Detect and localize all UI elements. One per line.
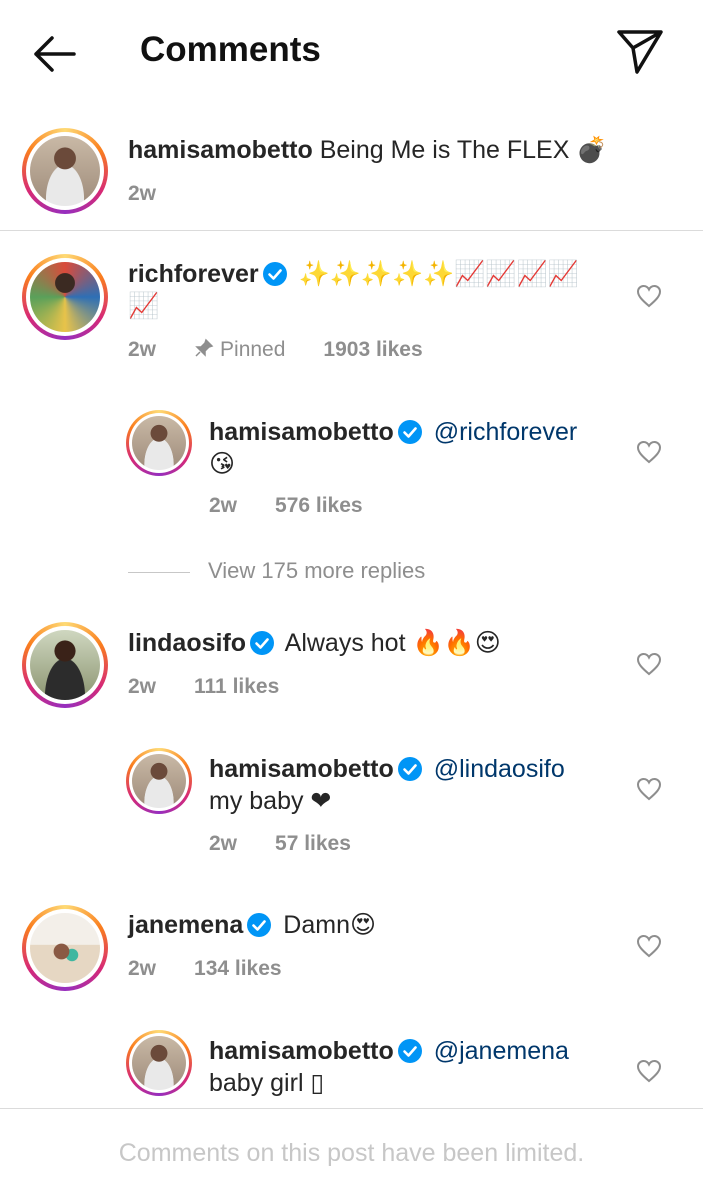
comment-text: janemena Damn😍	[128, 909, 608, 941]
comment-username[interactable]: richforever	[128, 260, 259, 288]
comment-body: Always hot 🔥🔥😍	[284, 629, 501, 657]
comment-username[interactable]: lindaosifo	[128, 629, 246, 657]
avatar[interactable]	[126, 748, 192, 814]
comment-meta: 2w 134 likes	[128, 957, 320, 981]
comment-likes[interactable]: 134 likes	[194, 957, 282, 980]
reply-meta: 2w 57 likes	[209, 832, 389, 856]
reply-username[interactable]: hamisamobetto	[209, 1037, 394, 1065]
comment-body: Damn😍	[283, 911, 377, 939]
reply-time: 2w	[209, 832, 238, 855]
reply-time: 2w	[209, 494, 238, 517]
avatar[interactable]	[22, 905, 108, 991]
divider-line	[128, 571, 190, 573]
avatar[interactable]	[126, 410, 192, 476]
reply-body: my baby ❤	[209, 787, 332, 815]
verified-badge-icon	[397, 757, 422, 781]
avatar[interactable]	[126, 1030, 192, 1096]
heart-icon	[636, 284, 662, 308]
reply-body: baby girl ▯	[209, 1069, 325, 1097]
comment-time: 2w	[128, 957, 157, 980]
like-reply-button[interactable]	[636, 777, 662, 801]
reply-body: 😘	[209, 450, 236, 478]
view-more-replies-button[interactable]: View 175 more replies	[128, 558, 425, 584]
verified-badge-icon	[397, 420, 422, 444]
view-more-label: View 175 more replies	[208, 558, 426, 583]
reply-text: hamisamobetto @janemena baby girl ▯	[209, 1035, 619, 1099]
share-button[interactable]	[615, 26, 665, 76]
comment-likes[interactable]: 111 likes	[194, 675, 279, 698]
caption-body: Being Me is The FLEX 💣	[319, 136, 608, 164]
like-comment-button[interactable]	[636, 934, 662, 958]
heart-icon	[636, 440, 662, 464]
header-bar: Comments	[0, 0, 703, 105]
comment-meta: 2w Pinned 1903 likes	[128, 338, 461, 362]
caption-time: 2w	[128, 182, 157, 205]
paper-plane-icon	[617, 30, 663, 74]
comment-time: 2w	[128, 338, 157, 361]
heart-icon	[636, 652, 662, 676]
comment-username[interactable]: janemena	[128, 911, 243, 939]
verified-badge-icon	[262, 262, 287, 286]
like-reply-button[interactable]	[636, 1059, 662, 1083]
avatar[interactable]	[22, 622, 108, 708]
comment-time: 2w	[128, 675, 157, 698]
comment-text: richforever ✨✨✨✨✨📈📈📈📈📈	[128, 258, 608, 322]
reply-mention[interactable]: @richforever	[434, 418, 577, 446]
caption-username[interactable]: hamisamobetto	[128, 136, 313, 164]
pinned-label: Pinned	[194, 338, 285, 361]
comments-footer: Comments on this post have been limited.	[0, 1108, 703, 1201]
avatar[interactable]	[22, 254, 108, 340]
back-button[interactable]	[28, 30, 80, 78]
comment-likes[interactable]: 1903 likes	[323, 338, 422, 361]
arrow-left-icon	[34, 36, 76, 72]
reply-username[interactable]: hamisamobetto	[209, 755, 394, 783]
comments-limited-notice: Comments on this post have been limited.	[118, 1139, 585, 1167]
caption-meta: 2w	[128, 182, 194, 206]
reply-mention[interactable]: @lindaosifo	[434, 755, 565, 783]
caption-text: hamisamobetto Being Me is The FLEX 💣	[128, 134, 607, 166]
comment-meta: 2w 111 likes	[128, 675, 317, 699]
reply-mention[interactable]: @janemena	[434, 1037, 569, 1065]
pin-icon	[195, 338, 214, 357]
heart-icon	[636, 1059, 662, 1083]
heart-icon	[636, 934, 662, 958]
divider	[0, 230, 703, 231]
page-title: Comments	[140, 30, 321, 69]
reply-meta: 2w 576 likes	[209, 494, 401, 518]
reply-text: hamisamobetto @lindaosifo my baby ❤	[209, 753, 619, 817]
heart-icon	[636, 777, 662, 801]
avatar[interactable]	[22, 128, 108, 214]
like-reply-button[interactable]	[636, 440, 662, 464]
reply-likes[interactable]: 576 likes	[275, 494, 363, 517]
verified-badge-icon	[250, 631, 275, 655]
reply-text: hamisamobetto @richforever 😘	[209, 416, 619, 480]
reply-username[interactable]: hamisamobetto	[209, 418, 394, 446]
comment-text: lindaosifo Always hot 🔥🔥😍	[128, 627, 608, 659]
reply-likes[interactable]: 57 likes	[275, 832, 351, 855]
like-comment-button[interactable]	[636, 652, 662, 676]
verified-badge-icon	[397, 1039, 422, 1063]
verified-badge-icon	[247, 913, 272, 937]
like-comment-button[interactable]	[636, 284, 662, 308]
